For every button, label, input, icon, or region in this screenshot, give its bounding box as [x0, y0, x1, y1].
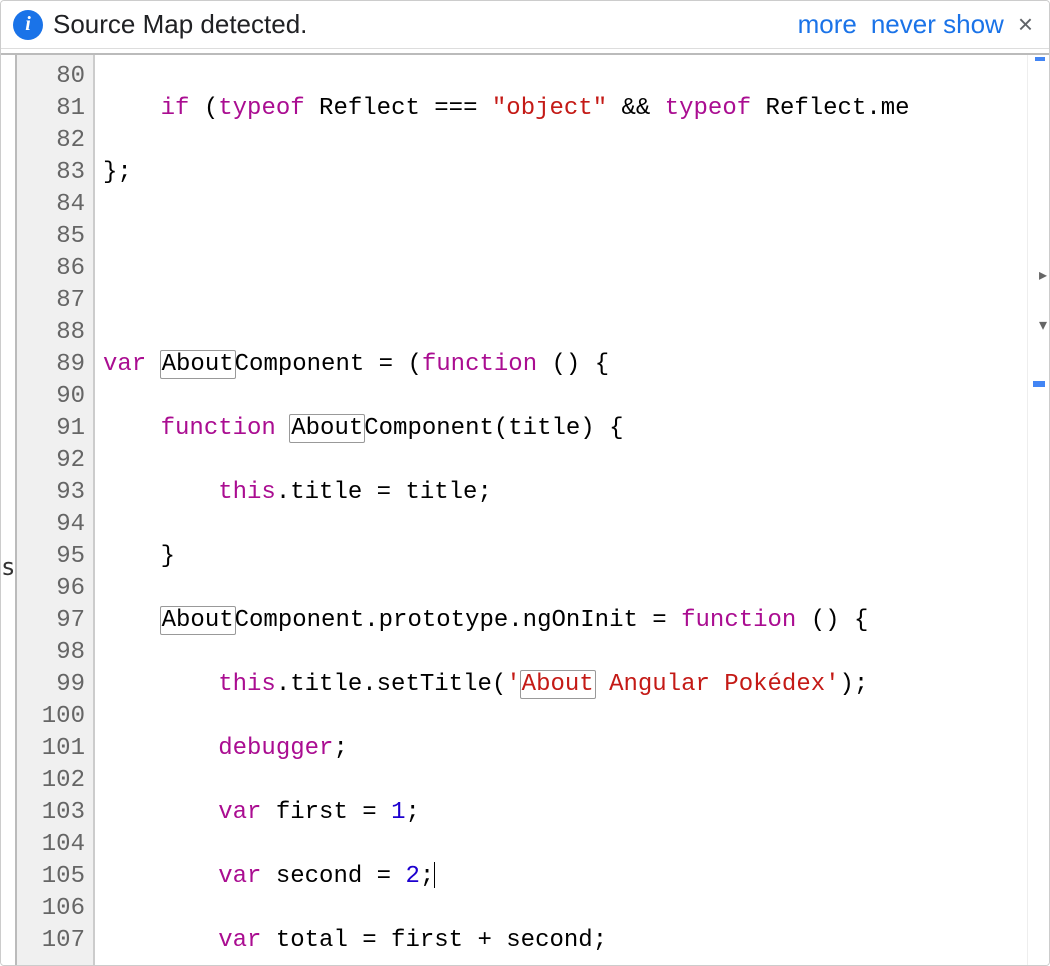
line-number: 94 [29, 509, 85, 541]
line-number: 95 [29, 541, 85, 573]
line-number: 99 [29, 669, 85, 701]
line-number: 105 [29, 861, 85, 893]
info-icon: i [13, 10, 43, 40]
editor-area: s 80818283848586878889909192939495969798… [1, 53, 1049, 965]
left-sliver-char: s [1, 553, 15, 581]
notification-message: Source Map detected. [53, 9, 788, 40]
line-number: 82 [29, 125, 85, 157]
search-match: About [289, 414, 365, 443]
line-number: 100 [29, 701, 85, 733]
text-cursor [434, 862, 435, 888]
line-number: 92 [29, 445, 85, 477]
scroll-marker-arrow: ▾ [1039, 315, 1047, 335]
close-icon[interactable]: × [1014, 9, 1037, 40]
line-number: 89 [29, 349, 85, 381]
line-number: 84 [29, 189, 85, 221]
scroll-marker-arrow: ▸ [1039, 265, 1047, 285]
code-editor[interactable]: 8081828384858687888990919293949596979899… [17, 55, 1027, 965]
line-number: 91 [29, 413, 85, 445]
devtools-panel: i Source Map detected. more never show ×… [0, 0, 1050, 966]
line-number: 83 [29, 157, 85, 189]
line-number: 96 [29, 573, 85, 605]
never-show-link[interactable]: never show [871, 9, 1004, 40]
line-number: 97 [29, 605, 85, 637]
line-number: 102 [29, 765, 85, 797]
line-number: 104 [29, 829, 85, 861]
line-number: 98 [29, 637, 85, 669]
line-number: 107 [29, 925, 85, 957]
line-number: 88 [29, 317, 85, 349]
sourcemap-notification: i Source Map detected. more never show × [1, 1, 1049, 49]
code-content[interactable]: if (typeof Reflect === "object" && typeo… [95, 55, 1027, 965]
search-match: About [160, 350, 236, 379]
line-number: 90 [29, 381, 85, 413]
scroll-marker [1033, 381, 1045, 387]
line-number: 101 [29, 733, 85, 765]
line-number: 80 [29, 61, 85, 93]
line-number: 86 [29, 253, 85, 285]
line-number-gutter: 8081828384858687888990919293949596979899… [17, 55, 95, 965]
line-number: 103 [29, 797, 85, 829]
scrollbar-markers[interactable]: ▸ ▾ [1027, 55, 1049, 965]
search-match: About [160, 606, 236, 635]
scroll-marker [1035, 57, 1045, 61]
line-number: 87 [29, 285, 85, 317]
line-number: 106 [29, 893, 85, 925]
notification-actions: more never show [798, 9, 1004, 40]
left-panel-sliver: s [1, 55, 17, 965]
search-match: About [520, 670, 596, 699]
line-number: 81 [29, 93, 85, 125]
line-number: 93 [29, 477, 85, 509]
more-link[interactable]: more [798, 9, 857, 40]
line-number: 85 [29, 221, 85, 253]
